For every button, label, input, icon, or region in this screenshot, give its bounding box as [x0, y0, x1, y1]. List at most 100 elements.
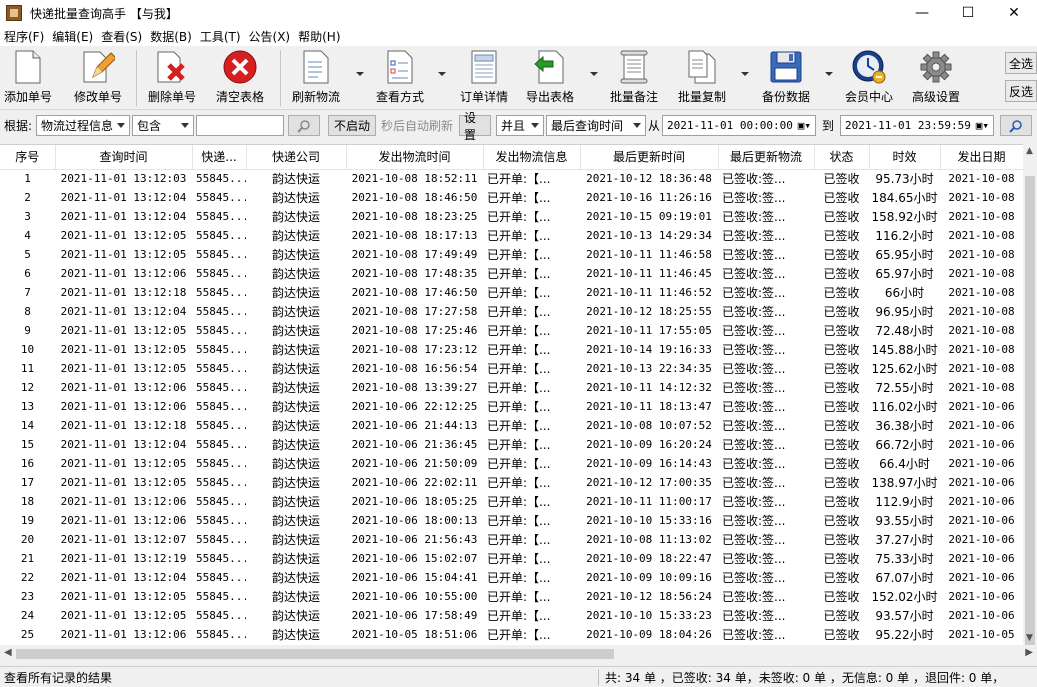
filter-operator-select[interactable]: 包含: [132, 115, 194, 136]
column-header-last-update-info[interactable]: 最后更新物流: [718, 145, 815, 170]
scroll-right-icon[interactable]: ▶: [1025, 647, 1033, 658]
cell-duration: 75.33小时: [875, 552, 934, 566]
from-datetime-picker[interactable]: 2021-11-01 00:00:00 ▣▾: [662, 115, 816, 136]
table-row[interactable]: 14 2021-11-01 13:12:18 55845... 韵达快运 2021-10…: [0, 416, 1023, 435]
table-row[interactable]: 21 2021-11-01 13:12:19 55845... 韵达快运 2021-10…: [0, 549, 1023, 568]
menu-tools[interactable]: 工具(T): [200, 28, 241, 45]
table-row[interactable]: 23 2021-11-01 13:12:05 55845... 韵达快运 2021-10…: [0, 587, 1023, 606]
batch-note-button[interactable]: 批量备注: [610, 48, 658, 105]
table-row[interactable]: 15 2021-11-01 13:12:04 55845... 韵达快运 2021-10…: [0, 435, 1023, 454]
cell-courier: 韵达快运: [271, 552, 320, 566]
delete-order-button[interactable]: 删除单号: [148, 48, 196, 105]
column-header-ship-info[interactable]: 发出物流信息: [483, 145, 581, 170]
table-row[interactable]: 18 2021-11-01 13:12:06 55845... 韵达快运 2021-10…: [0, 492, 1023, 511]
minimize-button[interactable]: —: [899, 0, 945, 26]
menu-program[interactable]: 程序(F): [4, 28, 44, 45]
copy-dropdown-icon[interactable]: [741, 72, 749, 76]
order-detail-button[interactable]: 订单详情: [460, 48, 508, 105]
cell-index: 15: [20, 438, 35, 451]
scroll-left-icon[interactable]: ◀: [4, 647, 12, 658]
horizontal-scroll-thumb[interactable]: [16, 649, 614, 659]
column-header-ship-date[interactable]: 发出日期: [940, 145, 1023, 170]
table-row[interactable]: 24 2021-11-01 13:12:05 55845... 韵达快运 2021-10…: [0, 606, 1023, 625]
cell-index: 11: [20, 362, 35, 375]
table-row[interactable]: 13 2021-11-01 13:12:06 55845... 韵达快运 2021-10…: [0, 397, 1023, 416]
cell-ship-date: 2021-10-08: [948, 210, 1015, 223]
table-row[interactable]: 16 2021-11-01 13:12:05 55845... 韵达快运 2021-10…: [0, 454, 1023, 473]
view-mode-dropdown-icon[interactable]: [438, 72, 446, 76]
column-header-last-update-time[interactable]: 最后更新时间: [580, 145, 719, 170]
table-row[interactable]: 7 2021-11-01 13:12:18 55845... 韵达快运 2021-10-…: [0, 283, 1023, 302]
vertical-scroll-thumb[interactable]: [1025, 176, 1035, 646]
edit-order-button[interactable]: 修改单号: [74, 48, 122, 105]
logic-select[interactable]: 并且: [496, 115, 544, 136]
backup-data-button[interactable]: 备份数据: [762, 48, 810, 105]
horizontal-scrollbar[interactable]: ◀ ▶: [0, 645, 1037, 663]
table-row[interactable]: 22 2021-11-01 13:12:04 55845... 韵达快运 2021-10…: [0, 568, 1023, 587]
view-mode-button[interactable]: 查看方式: [376, 48, 424, 105]
clear-table-button[interactable]: 清空表格: [216, 48, 264, 105]
cell-ship-date: 2021-10-08: [948, 229, 1015, 242]
table-row[interactable]: 11 2021-11-01 13:12:05 55845... 韵达快运 2021-10…: [0, 359, 1023, 378]
maximize-button[interactable]: ☐: [945, 0, 991, 26]
table-row[interactable]: 10 2021-11-01 13:12:05 55845... 韵达快运 2021-10…: [0, 340, 1023, 359]
table-row[interactable]: 5 2021-11-01 13:12:05 55845... 韵达快运 2021-10-…: [0, 245, 1023, 264]
time-field-select[interactable]: 最后查询时间: [546, 115, 646, 136]
cell-query-time: 2021-11-01 13:12:04: [60, 571, 187, 584]
scroll-down-icon[interactable]: ▼: [1026, 633, 1033, 643]
advanced-settings-button[interactable]: 高级设置: [912, 48, 960, 105]
column-header-status[interactable]: 状态: [814, 145, 870, 170]
refresh-dropdown-icon[interactable]: [356, 72, 364, 76]
invert-selection-button[interactable]: 反选: [1005, 80, 1037, 102]
column-header-tracking-no[interactable]: 快递...: [192, 145, 247, 170]
export-dropdown-icon[interactable]: [590, 72, 598, 76]
cell-last-update-info: 已签收:签...: [722, 305, 786, 319]
table-row[interactable]: 19 2021-11-01 13:12:06 55845... 韵达快运 2021-10…: [0, 511, 1023, 530]
table-row[interactable]: 20 2021-11-01 13:12:07 55845... 韵达快运 2021-10…: [0, 530, 1023, 549]
menu-help[interactable]: 帮助(H): [298, 28, 340, 45]
cell-query-time: 2021-11-01 13:12:06: [60, 400, 187, 413]
to-datetime-picker[interactable]: 2021-11-01 23:59:59 ▣▾: [840, 115, 994, 136]
date-search-button[interactable]: [1000, 115, 1032, 136]
table-row[interactable]: 8 2021-11-01 13:12:04 55845... 韵达快运 2021-10-…: [0, 302, 1023, 321]
table-row[interactable]: 6 2021-11-01 13:12:06 55845... 韵达快运 2021-10-…: [0, 264, 1023, 283]
table-row[interactable]: 17 2021-11-01 13:12:05 55845... 韵达快运 2021-10…: [0, 473, 1023, 492]
table-row[interactable]: 3 2021-11-01 13:12:04 55845... 韵达快运 2021-10-…: [0, 207, 1023, 226]
select-all-button[interactable]: 全选: [1005, 52, 1037, 74]
column-header-index[interactable]: 序号: [0, 145, 56, 170]
export-table-button[interactable]: 导出表格: [526, 48, 574, 105]
table-row[interactable]: 25 2021-11-01 13:12:06 55845... 韵达快运 2021-10…: [0, 625, 1023, 644]
cell-duration: 125.62小时: [871, 362, 938, 376]
table-row[interactable]: 4 2021-11-01 13:12:05 55845... 韵达快运 2021-10-…: [0, 226, 1023, 245]
refresh-logistics-button[interactable]: 刷新物流: [292, 48, 340, 105]
search-button[interactable]: [288, 115, 320, 136]
auto-refresh-toggle[interactable]: 不启动: [328, 115, 376, 136]
member-center-button[interactable]: 会员中心: [845, 48, 893, 105]
table-row[interactable]: 1 2021-11-01 13:12:03 55845... 韵达快运 2021-10-…: [0, 169, 1023, 188]
filter-field-select[interactable]: 物流过程信息: [36, 115, 130, 136]
cell-query-time: 2021-11-01 13:12:05: [60, 457, 187, 470]
menu-notice[interactable]: 公告(X): [249, 28, 291, 45]
table-row[interactable]: 12 2021-11-01 13:12:06 55845... 韵达快运 2021-10…: [0, 378, 1023, 397]
column-header-courier[interactable]: 快递公司: [246, 145, 347, 170]
menu-data[interactable]: 数据(B): [150, 28, 192, 45]
cell-ship-date: 2021-10-06: [948, 571, 1015, 584]
table-row[interactable]: 9 2021-11-01 13:12:05 55845... 韵达快运 2021-10-…: [0, 321, 1023, 340]
add-order-button[interactable]: 添加单号: [4, 48, 52, 105]
cell-tracking-no: 55845...: [196, 476, 246, 489]
results-table[interactable]: 序号 查询时间 快递... 快递公司 发出物流时间 发出物流信息 最后更新时间 …: [0, 144, 1023, 645]
scroll-up-icon[interactable]: ▲: [1026, 146, 1033, 156]
column-header-query-time[interactable]: 查询时间: [55, 145, 193, 170]
backup-dropdown-icon[interactable]: [825, 72, 833, 76]
close-button[interactable]: ✕: [991, 0, 1037, 26]
batch-copy-button[interactable]: 批量复制: [678, 48, 726, 105]
column-header-duration[interactable]: 时效: [869, 145, 941, 170]
cell-last-update-time: 2021-10-09 16:14:43: [586, 457, 712, 470]
refresh-settings-button[interactable]: 设置: [459, 111, 491, 142]
filter-search-input[interactable]: [196, 115, 284, 136]
column-header-ship-time[interactable]: 发出物流时间: [346, 145, 484, 170]
vertical-scrollbar[interactable]: ▲ ▼: [1023, 144, 1037, 646]
menu-view[interactable]: 查看(S): [101, 28, 142, 45]
menu-edit[interactable]: 编辑(E): [52, 28, 93, 45]
table-row[interactable]: 2 2021-11-01 13:12:04 55845... 韵达快运 2021-10-…: [0, 188, 1023, 207]
